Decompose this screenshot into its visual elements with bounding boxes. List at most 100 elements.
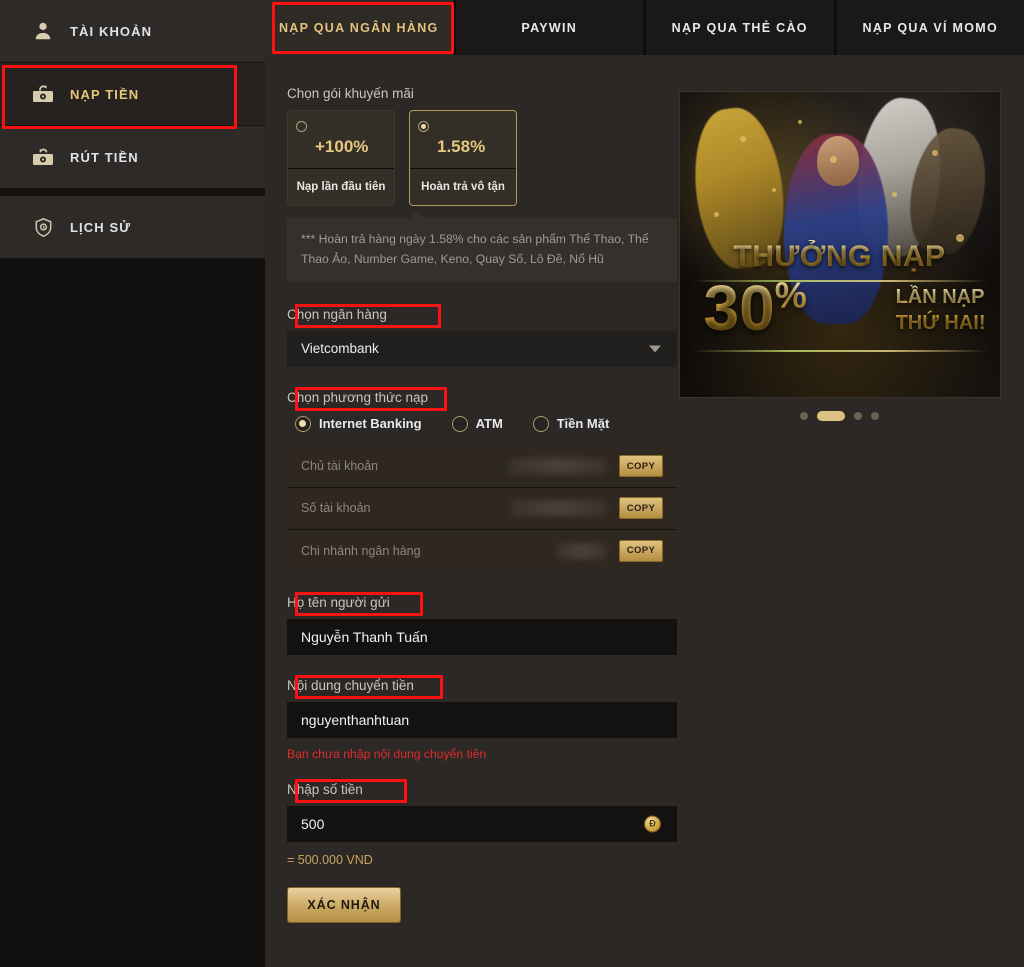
user-icon — [30, 18, 56, 44]
method-option-label: Internet Banking — [319, 416, 422, 432]
promo-section: Chọn gói khuyến mãi +100% Nạp lần đầu ti… — [287, 85, 677, 282]
sidebar-item-label: LỊCH SỬ — [70, 219, 132, 235]
radio-icon[interactable] — [295, 415, 311, 432]
banner-percent-sign: % — [774, 274, 807, 316]
promo-percent: +100% — [315, 137, 369, 156]
method-section: Chọn phương thức nạp Internet Banking AT… — [287, 386, 677, 572]
banner-subtext: LẦN NẠP THỨ HAI! — [896, 284, 986, 337]
sidebar-item-withdraw[interactable]: RÚT TIỀN — [0, 126, 265, 189]
spark-particle — [739, 136, 746, 142]
radio-icon[interactable] — [296, 121, 307, 132]
tab-paywin[interactable]: PAYWIN — [455, 0, 643, 55]
promo-section-label: Chọn gói khuyến mãi — [287, 86, 414, 101]
promo-note: *** Hoàn trả hàng ngày 1.58% cho các sản… — [287, 211, 677, 282]
promo-desc: Hoàn trả vô tận — [421, 181, 505, 193]
sidebar-item-label: RÚT TIỀN — [70, 149, 139, 165]
spark-particle — [713, 212, 719, 217]
sidebar-item-account[interactable]: TÀI KHOẢN — [0, 0, 265, 63]
banner-headline: THƯỞNG NẠP — [680, 240, 1000, 274]
spark-particle — [771, 188, 776, 192]
tab-scratch-card[interactable]: NẠP QUA THẺ CÀO — [646, 0, 834, 55]
promo-desc: Nạp lần đầu tiên — [296, 181, 386, 193]
amount-input[interactable]: 500 Đ — [287, 805, 677, 842]
method-option-internet-banking[interactable]: Internet Banking — [287, 415, 422, 432]
transfer-content-label: Nội dung chuyển tiền — [287, 677, 414, 693]
sidebar-divider — [0, 189, 265, 196]
withdraw-money-icon — [30, 144, 56, 170]
promo-banner-column: THƯỞNG NẠP 30% LẦN NẠP THỨ HAI! — [677, 85, 1002, 967]
method-option-label: Tiền Mặt — [556, 416, 610, 432]
method-radio-row: Internet Banking ATM Tiền Mặt — [287, 415, 677, 432]
account-info-value-redacted — [557, 542, 607, 559]
account-info-value-redacted — [509, 458, 607, 475]
account-info-row: Số tài khoản COPY — [287, 488, 677, 530]
bank-section: Chọn ngân hàng Vietcombank — [287, 303, 677, 367]
amount-section: Nhập số tiền 500 Đ = 500.000 VND XÁC NHẬ… — [287, 778, 677, 923]
sidebar: TÀI KHOẢN NẠP TIỀN RÚT TIỀN LỊCH SỬ — [0, 0, 265, 967]
confirm-button[interactable]: XÁC NHẬN — [287, 886, 401, 923]
carousel-dot-active[interactable] — [817, 411, 845, 421]
tab-bank-transfer[interactable]: NẠP QUA NGÂN HÀNG — [265, 0, 453, 55]
method-option-label: ATM — [475, 416, 503, 432]
chevron-down-icon — [649, 345, 661, 353]
banner-number-text: 30 — [703, 272, 775, 344]
currency-coin-icon: Đ — [644, 815, 661, 833]
transfer-content-error: Bạn chưa nhập nội dung chuyển tiền — [287, 746, 487, 761]
copy-button[interactable]: COPY — [619, 455, 663, 478]
tab-label: NẠP QUA VÍ MOMO — [862, 20, 998, 35]
sidebar-item-label: NẠP TIỀN — [70, 86, 140, 102]
radio-icon[interactable] — [418, 121, 429, 132]
account-info-label: Chủ tài khoản — [301, 459, 379, 474]
promo-card-rebate[interactable]: 1.58% Hoàn trả vô tận — [409, 110, 517, 206]
amount-label: Nhập số tiền — [287, 781, 363, 797]
tab-label: NẠP QUA NGÂN HÀNG — [278, 20, 439, 35]
deposit-money-icon — [30, 81, 56, 107]
copy-button[interactable]: COPY — [619, 539, 663, 562]
transfer-content-section: Nội dung chuyển tiền nguyenthanhtuan Bạn… — [287, 674, 677, 761]
promo-card-row: +100% Nạp lần đầu tiên 1.58% Hoàn trả vô… — [287, 110, 677, 206]
sidebar-item-history[interactable]: LỊCH SỬ — [0, 196, 265, 259]
account-info-row: Chi nhánh ngân hàng COPY — [287, 530, 677, 572]
tab-label: PAYWIN — [521, 20, 578, 35]
tab-momo-wallet[interactable]: NẠP QUA VÍ MOMO — [836, 0, 1024, 55]
method-option-atm[interactable]: ATM — [444, 415, 503, 432]
banner-glow-line — [691, 350, 988, 352]
carousel-dot[interactable] — [854, 412, 862, 420]
carousel-dot[interactable] — [800, 412, 808, 420]
spark-particle — [891, 192, 897, 197]
method-option-cash[interactable]: Tiền Mặt — [525, 415, 610, 432]
sidebar-item-deposit[interactable]: NẠP TIỀN — [0, 63, 265, 126]
spark-particle — [829, 156, 837, 163]
sender-name-section: Họ tên người gửi Nguyễn Thanh Tuấn — [287, 591, 677, 655]
account-info-label: Chi nhánh ngân hàng — [301, 543, 421, 558]
radio-icon[interactable] — [532, 415, 549, 432]
main-panel: NẠP QUA NGÂN HÀNG PAYWIN NẠP QUA THẺ CÀO… — [265, 0, 1024, 967]
radio-icon[interactable] — [451, 415, 468, 432]
promo-percent: 1.58% — [437, 137, 486, 156]
sender-name-input[interactable]: Nguyễn Thanh Tuấn — [287, 618, 677, 655]
banner-big-number: 30% — [704, 276, 807, 340]
amount-value: 500 — [301, 815, 325, 832]
tab-bar: NẠP QUA NGÂN HÀNG PAYWIN NẠP QUA THẺ CÀO… — [265, 0, 1024, 55]
bank-select-label: Chọn ngân hàng — [287, 306, 387, 322]
transfer-content-input[interactable]: nguyenthanhtuan — [287, 701, 677, 738]
spark-particle — [797, 120, 802, 124]
bank-select[interactable]: Vietcombank — [287, 330, 677, 367]
amount-converted: = 500.000 VND — [287, 852, 373, 867]
sender-name-label: Họ tên người gửi — [287, 594, 390, 610]
deposit-form: Chọn gói khuyến mãi +100% Nạp lần đầu ti… — [287, 85, 677, 967]
sender-name-value: Nguyễn Thanh Tuấn — [301, 628, 428, 645]
tab-label: NẠP QUA THẺ CÀO — [671, 20, 808, 35]
carousel-dot[interactable] — [871, 412, 879, 420]
banner-subtext-line1: LẦN NẠP — [895, 286, 985, 308]
promo-card-top: +100% — [288, 111, 394, 169]
method-label: Chọn phương thức nạp — [287, 389, 429, 405]
promo-banner[interactable]: THƯỞNG NẠP 30% LẦN NẠP THỨ HAI! — [678, 91, 1001, 398]
promo-card-first-deposit[interactable]: +100% Nạp lần đầu tiên — [287, 110, 395, 206]
banner-subtext-line2: THỨ HAI! — [895, 312, 986, 335]
spark-particle — [931, 150, 938, 156]
content-area: Chọn gói khuyến mãi +100% Nạp lần đầu ti… — [265, 55, 1024, 967]
copy-button[interactable]: COPY — [619, 497, 663, 520]
sidebar-item-label: TÀI KHOẢN — [70, 23, 153, 39]
account-info-value-redacted — [511, 500, 607, 517]
